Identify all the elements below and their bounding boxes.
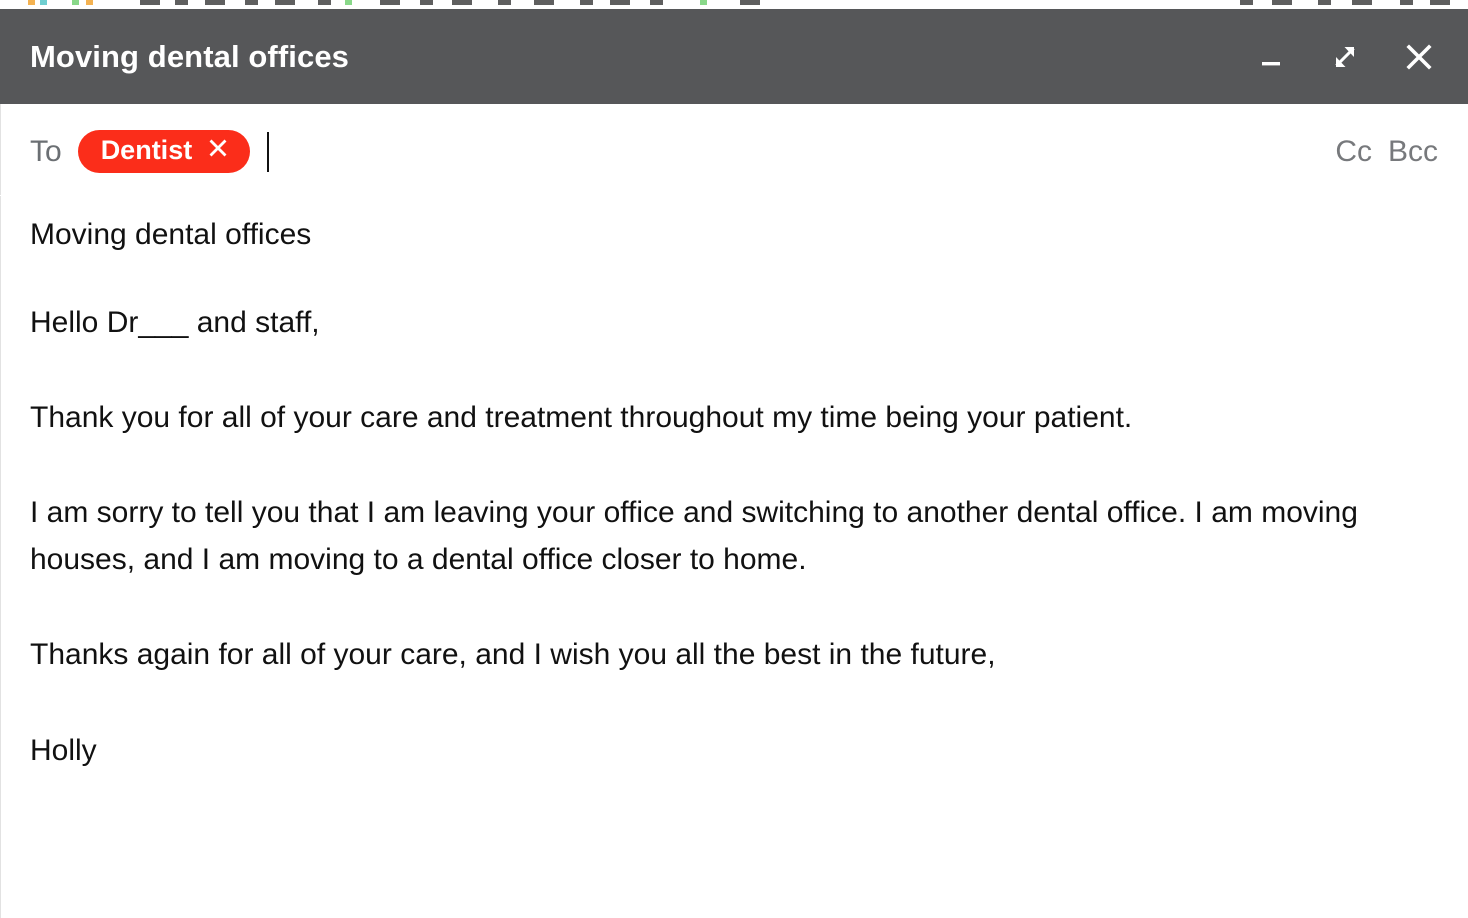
compose-window: Moving dental offices To Dentist Cc Bcc … xyxy=(0,9,1468,918)
chrome-glyph xyxy=(318,0,331,5)
compose-titlebar[interactable]: Moving dental offices xyxy=(0,9,1468,104)
close-icon xyxy=(207,137,229,164)
chrome-glyph xyxy=(580,0,593,5)
chrome-glyph xyxy=(28,0,35,5)
close-icon xyxy=(1401,39,1437,75)
compose-window-title: Moving dental offices xyxy=(30,39,350,74)
chrome-glyph xyxy=(650,0,663,5)
chrome-glyph xyxy=(1400,0,1413,5)
cc-bcc-group: Cc Bcc xyxy=(1335,136,1438,167)
recipient-chip-dentist[interactable]: Dentist xyxy=(77,130,251,173)
minimize-icon xyxy=(1256,42,1286,72)
chrome-glyph xyxy=(245,0,258,5)
chrome-glyph xyxy=(740,0,760,5)
body-paragraph-3[interactable]: Thanks again for all of your care, and I… xyxy=(30,631,1370,678)
window-controls xyxy=(1248,34,1442,80)
message-body[interactable]: Moving dental offices Hello Dr___ and st… xyxy=(0,196,1468,774)
cc-button[interactable]: Cc xyxy=(1335,136,1372,167)
chrome-glyph xyxy=(86,0,93,5)
window-left-border xyxy=(0,104,1,918)
chrome-glyph xyxy=(140,0,160,5)
expand-button[interactable] xyxy=(1322,34,1368,80)
chrome-glyph xyxy=(205,0,225,5)
chrome-glyph xyxy=(1240,0,1253,5)
to-label: To xyxy=(30,134,62,168)
chrome-glyph xyxy=(345,0,352,5)
recipient-input-caret[interactable] xyxy=(267,131,270,172)
chrome-glyph xyxy=(420,0,433,5)
body-paragraph-1[interactable]: Thank you for all of your care and treat… xyxy=(30,394,1370,441)
chrome-glyph xyxy=(1430,0,1450,5)
close-button[interactable] xyxy=(1396,34,1442,80)
chrome-glyph xyxy=(380,0,400,5)
chrome-glyph xyxy=(72,0,79,5)
expand-icon xyxy=(1328,40,1362,74)
chrome-glyph xyxy=(498,0,511,5)
chrome-glyph xyxy=(610,0,630,5)
subject-input[interactable]: Moving dental offices xyxy=(30,196,1438,250)
chrome-glyph xyxy=(1352,0,1372,5)
recipients-row[interactable]: To Dentist Cc Bcc xyxy=(0,104,1468,196)
remove-recipient-button[interactable] xyxy=(206,139,230,163)
chrome-glyph xyxy=(40,0,47,5)
app-chrome-sliver xyxy=(0,0,1468,9)
chrome-glyph xyxy=(175,0,188,5)
chrome-glyph xyxy=(452,0,472,5)
bcc-button[interactable]: Bcc xyxy=(1388,136,1438,167)
recipient-chip-label: Dentist xyxy=(100,135,193,165)
chrome-glyph xyxy=(1318,0,1331,5)
chrome-glyph xyxy=(534,0,554,5)
body-signature[interactable]: Holly xyxy=(30,727,1370,774)
minimize-button[interactable] xyxy=(1248,34,1294,80)
body-greeting[interactable]: Hello Dr___ and staff, xyxy=(30,299,1370,346)
body-paragraph-2[interactable]: I am sorry to tell you that I am leaving… xyxy=(30,489,1370,583)
chrome-glyph xyxy=(700,0,707,5)
chrome-glyph xyxy=(275,0,295,5)
chrome-glyph xyxy=(1272,0,1292,5)
